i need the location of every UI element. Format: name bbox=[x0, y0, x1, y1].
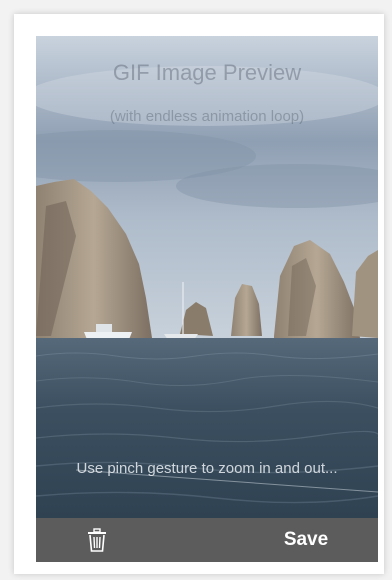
save-button[interactable]: Save bbox=[256, 518, 356, 562]
trash-icon bbox=[88, 528, 106, 552]
gif-preview-image[interactable]: GIF Image Preview (with endless animatio… bbox=[36, 36, 378, 518]
bottom-toolbar: Save bbox=[36, 518, 378, 562]
delete-button[interactable] bbox=[84, 527, 110, 553]
preview-title: GIF Image Preview bbox=[112, 60, 302, 85]
sea bbox=[36, 338, 378, 518]
preview-subtitle: (with endless animation loop) bbox=[109, 108, 305, 125]
zoom-hint: Use pinch gesture to zoom in and out... bbox=[76, 460, 338, 477]
